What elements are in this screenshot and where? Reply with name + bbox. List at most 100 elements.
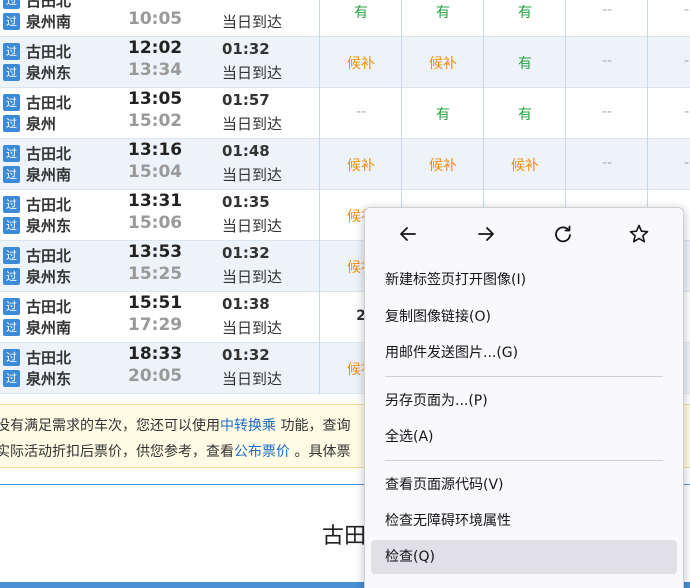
reload-button[interactable] — [548, 220, 578, 248]
station-name[interactable]: 古田北 — [26, 194, 71, 215]
menu-select-all[interactable]: 全选(A) — [371, 420, 677, 454]
pass-through-badge: 过 — [3, 217, 20, 234]
arrival-time: 15:04 — [128, 162, 183, 182]
departure-time: 12:02 — [128, 38, 183, 58]
seat-availability: -- — [601, 53, 613, 69]
arrival-day: 当日到达 — [222, 268, 283, 286]
station-name[interactable]: 古田北 — [26, 296, 71, 317]
arrival-station: 过泉州南 — [0, 163, 120, 185]
station-name[interactable]: 泉州南 — [26, 164, 71, 185]
notice-text: 功能，查询 — [276, 418, 351, 434]
station-name[interactable]: 泉州东 — [26, 215, 71, 236]
arrival-day: 当日到达 — [222, 115, 283, 133]
arrival-station: 过泉州东 — [0, 367, 120, 389]
duration: 01:57 — [222, 91, 270, 109]
duration: 01:32 — [222, 244, 270, 262]
arrival-time: 17:29 — [128, 315, 183, 335]
duration: 01:38 — [222, 295, 270, 313]
station-name[interactable]: 古田北 — [26, 347, 71, 368]
pass-through-badge: 过 — [3, 94, 20, 111]
arrival-station: 过泉州南 — [0, 316, 120, 338]
pass-through-badge: 过 — [3, 13, 20, 30]
back-button[interactable] — [393, 220, 423, 248]
arrival-time: 15:02 — [128, 111, 183, 131]
arrival-time: 13:34 — [128, 60, 183, 80]
arrival-station: 过泉州东 — [0, 265, 120, 287]
seat-availability[interactable]: 候补 — [484, 155, 566, 175]
menu-save-page-as[interactable]: 另存页面为...(P) — [371, 384, 677, 418]
arrival-station: 过泉州南 — [0, 10, 120, 32]
seat-availability[interactable]: 候补 — [402, 155, 484, 175]
menu-separator — [385, 460, 663, 461]
station-name[interactable]: 泉州东 — [26, 62, 71, 83]
station-name[interactable]: 古田北 — [26, 143, 71, 164]
arrival-time: 15:06 — [128, 213, 183, 233]
departure-station: 过古田北 — [0, 40, 120, 62]
context-menu: 新建标签页打开图像(I) 复制图像链接(O) 用邮件发送图片...(G) 另存页… — [364, 207, 684, 588]
station-name[interactable]: 古田北 — [26, 92, 71, 113]
menu-view-page-source[interactable]: 查看页面源代码(V) — [371, 468, 677, 502]
seat-availability: 有 — [518, 107, 532, 123]
seat-availability: -- — [683, 104, 690, 120]
menu-email-image[interactable]: 用邮件发送图片...(G) — [371, 336, 677, 370]
forward-button[interactable] — [471, 220, 501, 248]
departure-station: 过古田北 — [0, 295, 120, 317]
seat-availability: -- — [601, 155, 613, 171]
arrival-station: 过泉州 — [0, 112, 120, 134]
arrival-time: 10:05 — [128, 9, 183, 29]
menu-inspect[interactable]: 检查(Q) — [371, 540, 677, 574]
notice-text: 。具体票 — [290, 444, 351, 460]
duration: 01:32 — [222, 346, 270, 364]
pass-through-badge: 过 — [3, 319, 20, 336]
seat-availability[interactable]: 候补 — [402, 53, 484, 73]
departure-time: 13:16 — [128, 140, 183, 160]
pass-through-badge: 过 — [3, 166, 20, 183]
transfer-link[interactable]: 中转换乘 — [220, 418, 276, 434]
station-name[interactable]: 古田北 — [26, 245, 71, 266]
departure-time: 13:53 — [128, 242, 183, 262]
pass-through-badge: 过 — [3, 145, 20, 162]
arrival-time: 20:05 — [128, 366, 183, 386]
notice-text: 实际活动折扣后票价，供您参考，查看 — [0, 444, 234, 460]
seat-availability[interactable]: 候补 — [320, 155, 402, 175]
seat-availability: 有 — [518, 5, 532, 21]
menu-copy-image-link[interactable]: 复制图像链接(O) — [371, 300, 677, 334]
bookmark-button[interactable] — [624, 220, 654, 248]
station-name[interactable]: 古田北 — [26, 41, 71, 62]
seat-availability[interactable]: 候补 — [320, 53, 402, 73]
arrival-day: 当日到达 — [222, 13, 283, 31]
reload-icon — [555, 225, 571, 243]
section-title: 古田 — [322, 524, 367, 549]
seat-availability: -- — [683, 53, 690, 69]
arrival-time: 15:25 — [128, 264, 183, 284]
menu-open-image-new-tab[interactable]: 新建标签页打开图像(I) — [371, 263, 677, 297]
train-row[interactable]: 过古田北过泉州南13:1615:0401:48当日到达候补候补候补---- — [0, 139, 690, 190]
station-name[interactable]: 泉州南 — [26, 11, 71, 32]
arrival-day: 当日到达 — [222, 217, 283, 235]
menu-inspect-accessibility[interactable]: 检查无障碍环境属性 — [371, 504, 677, 538]
train-row[interactable]: 过古田北过泉州 13:0515:02 01:57 当日到达 -- 有 有 -- -- — [0, 88, 690, 139]
arrival-day: 当日到达 — [222, 319, 283, 337]
seat-availability: -- — [355, 104, 367, 120]
seat-availability: -- — [683, 155, 690, 171]
station-name[interactable]: 泉州 — [26, 113, 56, 134]
pass-through-badge: 过 — [3, 298, 20, 315]
arrival-day: 当日到达 — [222, 64, 283, 82]
seat-availability: -- — [601, 2, 613, 18]
published-fare-link[interactable]: 公布票价 — [234, 444, 290, 460]
station-name[interactable]: 泉州东 — [26, 368, 71, 389]
departure-time: 18:33 — [128, 344, 183, 364]
duration: 01:48 — [222, 142, 270, 160]
station-name[interactable]: 泉州东 — [26, 266, 71, 287]
train-row[interactable]: 过古田北过泉州东 12:0213:34 01:32 当日到达 候补候补 有 -- -- — [0, 37, 690, 88]
departure-time: 15:51 — [128, 293, 183, 313]
station-name[interactable]: 泉州南 — [26, 317, 71, 338]
departure-station: 过古田北 — [0, 346, 120, 368]
arrival-station: 过泉州东 — [0, 214, 120, 236]
seat-availability: 有 — [436, 5, 450, 21]
arrival-day: 当日到达 — [222, 166, 283, 184]
train-row[interactable]: 过古田北过泉州南10:05当日到达有有有---- — [0, 0, 690, 37]
arrival-station: 过泉州东 — [0, 61, 120, 83]
back-arrow-icon — [400, 227, 416, 241]
duration: 01:35 — [222, 193, 270, 211]
